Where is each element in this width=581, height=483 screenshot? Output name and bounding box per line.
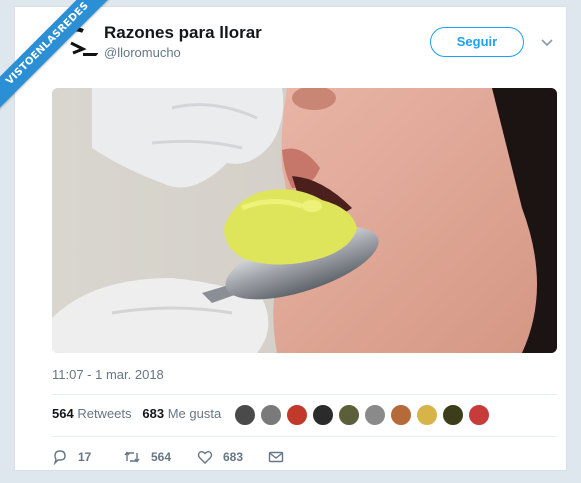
liker-avatar[interactable]	[416, 404, 438, 426]
like-count: 683	[223, 450, 244, 464]
retweet-icon	[124, 451, 140, 463]
message-action[interactable]	[268, 448, 294, 466]
reply-action[interactable]: 17	[52, 448, 91, 466]
watermark-ribbon: VISTOENLASREDES	[0, 0, 140, 140]
liker-avatar[interactable]	[312, 404, 334, 426]
liker-avatar[interactable]	[234, 404, 256, 426]
envelope-icon	[268, 451, 284, 463]
retweet-action[interactable]: 564	[123, 448, 171, 466]
liker-avatar[interactable]	[260, 404, 282, 426]
tweet-timestamp[interactable]: 11:07 - 1 mar. 2018	[52, 367, 164, 382]
likes-stat[interactable]: 683 Me gusta	[142, 406, 221, 421]
liker-avatar[interactable]	[338, 404, 360, 426]
chevron-down-icon[interactable]	[539, 34, 555, 50]
heart-icon	[197, 451, 213, 464]
liker-avatar[interactable]	[390, 404, 412, 426]
follow-button[interactable]: Seguir	[430, 27, 524, 57]
like-action[interactable]: 683	[197, 448, 243, 466]
liker-avatar[interactable]	[468, 404, 490, 426]
watermark-text: VISTOENLASREDES	[0, 0, 120, 116]
tweet-stats: 564 Retweets 683 Me gusta	[52, 406, 221, 421]
divider	[52, 436, 557, 437]
retweets-stat[interactable]: 564 Retweets	[52, 406, 132, 421]
liker-avatar[interactable]	[442, 404, 464, 426]
divider	[52, 394, 557, 395]
liker-avatar[interactable]	[286, 404, 308, 426]
liker-avatar[interactable]	[364, 404, 386, 426]
reply-icon	[53, 450, 66, 465]
reply-count: 17	[78, 450, 92, 464]
retweet-count: 564	[151, 450, 172, 464]
